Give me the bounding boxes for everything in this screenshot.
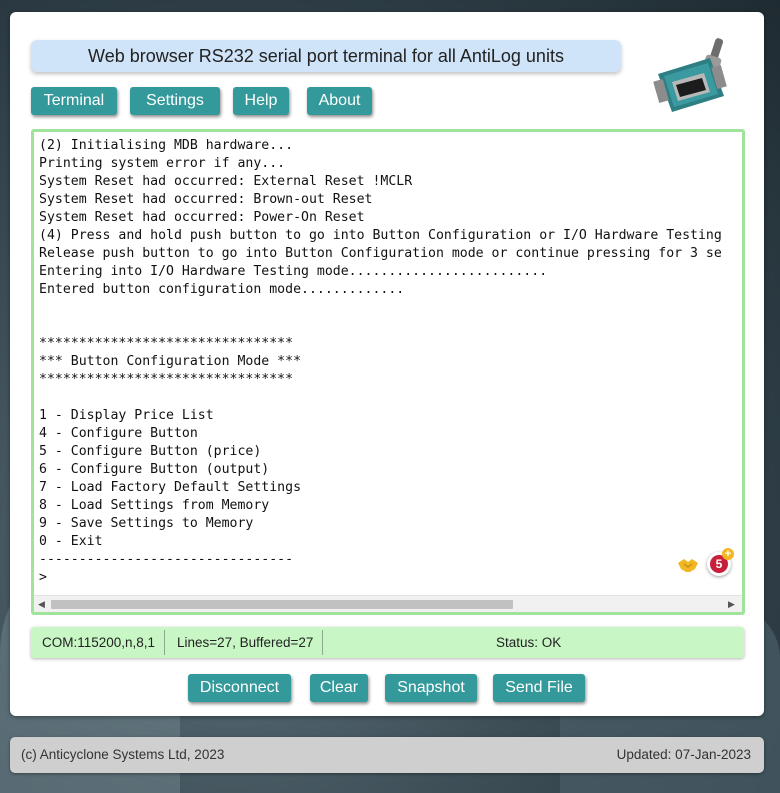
terminal-text: (2) Initialising MDB hardware... Printin… <box>39 138 722 585</box>
scroll-left-icon[interactable]: ◀ <box>38 599 45 610</box>
status-lines: Lines=27, Buffered=27 <box>177 635 314 650</box>
copyright-text: (c) Anticyclone Systems Ltd, 2023 <box>21 747 225 762</box>
page-title-text: Web browser RS232 serial port terminal f… <box>88 45 564 66</box>
disconnect-button[interactable]: Disconnect <box>188 674 291 702</box>
page-title: Web browser RS232 serial port terminal f… <box>31 40 621 72</box>
status-divider <box>164 630 165 655</box>
updated-date: Updated: 07-Jan-2023 <box>616 747 751 762</box>
main-panel: Web browser RS232 serial port terminal f… <box>10 12 764 716</box>
tab-about[interactable]: About <box>307 87 372 115</box>
horizontal-scrollbar[interactable]: ◀ ▶ <box>34 595 742 612</box>
serial-connector-icon <box>653 38 727 112</box>
status-divider <box>322 630 323 655</box>
scroll-right-icon[interactable]: ▶ <box>728 599 735 610</box>
snapshot-button[interactable]: Snapshot <box>385 674 477 702</box>
handshake-icon[interactable] <box>677 557 699 573</box>
send-file-button[interactable]: Send File <box>493 674 585 702</box>
tab-settings[interactable]: Settings <box>130 87 220 115</box>
tab-terminal[interactable]: Terminal <box>31 87 117 115</box>
status-bar: COM:115200,n,8,1 Lines=27, Buffered=27 S… <box>31 627 744 658</box>
notification-badge[interactable]: 5 + <box>707 548 734 576</box>
tab-help[interactable]: Help <box>233 87 289 115</box>
scrollbar-thumb[interactable] <box>51 600 513 609</box>
plus-icon: + <box>722 548 734 560</box>
terminal-output[interactable]: (2) Initialising MDB hardware... Printin… <box>31 129 745 615</box>
clear-button[interactable]: Clear <box>310 674 368 702</box>
status-port: COM:115200,n,8,1 <box>42 635 156 650</box>
footer: (c) Anticyclone Systems Ltd, 2023 Update… <box>10 737 764 773</box>
status-state: Status: OK <box>496 635 562 650</box>
